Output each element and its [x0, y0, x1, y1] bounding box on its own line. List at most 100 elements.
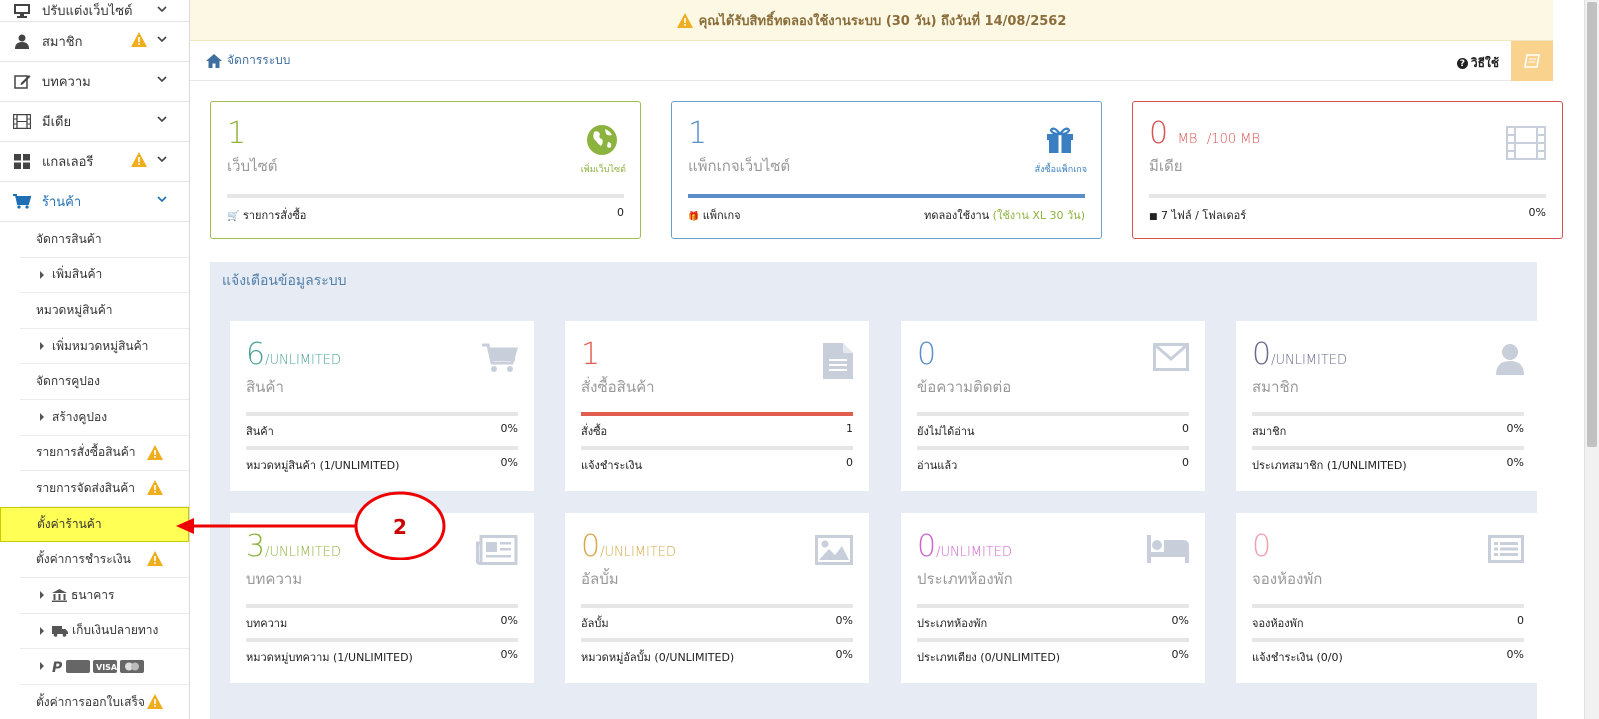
- alert-card[interactable]: 1 สั่งซื้อสินค้า สั่งซื้อ 1 แจ้งชำระเงิน 0: [565, 321, 869, 491]
- guide-button[interactable]: [1511, 41, 1553, 81]
- sidebar-item-gallery[interactable]: แกลเลอรี: [0, 142, 189, 182]
- sidebar-sub-bank[interactable]: ธนาคาร: [20, 578, 189, 614]
- alert-card[interactable]: 0/UNLIMITED อัลบั้ม อัลบั้ม 0% หมวดหมู่อัลบั…: [565, 513, 869, 683]
- bed-icon: [1147, 535, 1189, 566]
- sidebar-sub-receipt-settings[interactable]: ตั้งค่าการออกใบเสร็จ: [20, 685, 189, 719]
- sidebar-sub-orders[interactable]: รายการสั่งซื้อสินค้า: [20, 436, 189, 472]
- sidebar-sub-payment-settings[interactable]: ตั้งค่าการชำระเงิน: [20, 542, 189, 578]
- card-row: ประเภทเตียง (0/UNLIMITED) 0%: [917, 648, 1189, 666]
- globe-icon: [586, 124, 618, 159]
- card-row-value: 0: [1182, 422, 1189, 435]
- warning-icon: [676, 12, 693, 28]
- svg-text:VISA: VISA: [96, 663, 118, 672]
- alert-card[interactable]: 0 จองห้องพัก จองห้องพัก 0 แจ้งชำระเงิน (0/0)…: [1236, 513, 1540, 683]
- sidebar-sub-label: เพิ่มหมวดหมู่สินค้า: [52, 338, 149, 353]
- stat-package: 1 แพ็กเกจเว็บไซต์ สั่งซื้อแพ็กเกจ 🎁 แพ็ก…: [671, 101, 1102, 239]
- document-icon: [823, 343, 853, 382]
- card-value: 0: [581, 529, 601, 564]
- sidebar-sub-label: หมวดหมู่สินค้า: [36, 302, 113, 317]
- alert-card[interactable]: 6/UNLIMITED สินค้า สินค้า 0% หมวดหมู่สินค้า …: [230, 321, 534, 491]
- buy-package-link[interactable]: สั่งซื้อแพ็กเกจ: [1035, 162, 1087, 176]
- breadcrumb[interactable]: จัดการระบบ: [190, 41, 1553, 81]
- sidebar-sub-shipping[interactable]: รายการจัดส่งสินค้า: [20, 471, 189, 507]
- card-value: 0: [917, 337, 937, 372]
- cart-icon: [482, 343, 518, 376]
- scrollbar-thumb[interactable]: [1587, 2, 1597, 447]
- stat-media-limit: /100 MB: [1206, 132, 1260, 147]
- monitor-icon: [12, 3, 32, 19]
- sidebar-sub-add-category[interactable]: เพิ่มหมวดหมู่สินค้า: [20, 329, 189, 365]
- card-value: 6: [246, 337, 266, 372]
- card-progress-bar: [246, 604, 518, 608]
- sidebar-item-articles[interactable]: บทความ: [0, 62, 189, 102]
- card-row-value: 0%: [500, 422, 518, 435]
- card-progress-bar: [917, 638, 1189, 642]
- card-progress-bar: [1252, 412, 1524, 416]
- card-number: 0/UNLIMITED: [917, 529, 1012, 564]
- card-number: 0/UNLIMITED: [1252, 337, 1347, 372]
- card-value: 0: [1252, 337, 1272, 372]
- card-row-label: หมวดหมู่อัลบั้ม (0/UNLIMITED): [581, 651, 735, 664]
- card-row: แจ้งชำระเงิน 0: [581, 456, 853, 474]
- card-row: หมวดหมู่สินค้า (1/UNLIMITED) 0%: [246, 456, 518, 474]
- card-number: 1: [581, 337, 600, 372]
- warning-icon: [147, 551, 163, 567]
- card-row-value: 0%: [1506, 422, 1524, 435]
- alert-card[interactable]: 0 ข้อความติดต่อ ยังไม่ได้อ่าน 0 อ่านแล้ว 0: [901, 321, 1205, 491]
- card-title: บทความ: [246, 570, 303, 588]
- card-title: ข้อความติดต่อ: [917, 378, 1012, 396]
- sidebar-item-shop[interactable]: ร้านค้า: [0, 182, 189, 222]
- card-row-label: ประเภทสมาชิก (1/UNLIMITED): [1252, 459, 1407, 472]
- sidebar-item-customize[interactable]: ปรับแต่งเว็บไซต์: [0, 0, 189, 22]
- sidebar-sub-product-categories[interactable]: หมวดหมู่สินค้า: [20, 293, 189, 329]
- card-row-value: 0%: [1506, 648, 1524, 661]
- card-row-label: หมวดหมู่สินค้า (1/UNLIMITED): [246, 459, 400, 472]
- sidebar-sub-create-coupon[interactable]: สร้างคูปอง: [20, 400, 189, 436]
- sidebar-item-media[interactable]: มีเดีย: [0, 102, 189, 142]
- stat-package-title: แพ็กเกจเว็บไซต์: [688, 157, 791, 175]
- sidebar-sub-label: ตั้งค่าร้านค้า: [37, 517, 102, 532]
- home-icon: [206, 53, 222, 68]
- stat-media-number: 0 MB /100 MB: [1149, 116, 1260, 151]
- envelope-icon: [1153, 343, 1189, 374]
- caret-right-icon: [40, 342, 44, 351]
- alert-card[interactable]: 0/UNLIMITED สมาชิก สมาชิก 0% ประเภทสมาชิก (1…: [1236, 321, 1540, 491]
- card-row: ยังไม่ได้อ่าน 0: [917, 422, 1189, 440]
- alert-card[interactable]: 0/UNLIMITED ประเภทห้องพัก ประเภทห้องพัก 0% ป…: [901, 513, 1205, 683]
- card-suffix: /UNLIMITED: [600, 545, 677, 560]
- chevron-down-icon: [157, 156, 167, 163]
- card-row: หมวดหมู่บทความ (1/UNLIMITED) 0%: [246, 648, 518, 666]
- scrollbar[interactable]: [1584, 0, 1599, 719]
- card-progress-bar: [581, 446, 853, 450]
- sidebar-sub-cod[interactable]: เก็บเงินปลายทาง: [20, 614, 189, 650]
- card-row: สมาชิก 0%: [1252, 422, 1524, 440]
- add-website-link[interactable]: เพิ่มเว็บไซต์: [581, 162, 626, 176]
- help-link[interactable]: ? วิธีใช้: [1456, 54, 1499, 73]
- sidebar-sub-manage-coupons[interactable]: จัดการคูปอง: [20, 364, 189, 400]
- card-progress-bar: [917, 446, 1189, 450]
- help-label: วิธีใช้: [1470, 56, 1499, 70]
- card-progress-bar: [1252, 604, 1524, 608]
- sidebar-sub-paypal-visa[interactable]: P VISA: [20, 649, 189, 685]
- caret-right-icon: [40, 662, 44, 671]
- card-row-value: 0%: [835, 648, 853, 661]
- caret-right-icon: [40, 591, 44, 600]
- stat-package-bar: [688, 194, 1085, 198]
- image-icon: [815, 535, 853, 568]
- sidebar-sub-manage-products[interactable]: จัดการสินค้า: [20, 222, 189, 258]
- caret-right-icon: [40, 626, 44, 635]
- sidebar-sub-shop-settings[interactable]: ตั้งค่าร้านค้า: [0, 506, 189, 543]
- sidebar-sub-add-product[interactable]: เพิ่มสินค้า: [20, 258, 189, 294]
- warning-icon: [147, 444, 163, 460]
- card-row-value: 0: [846, 456, 853, 469]
- sidebar-item-members[interactable]: สมาชิก: [0, 22, 189, 62]
- chevron-down-icon: [157, 76, 167, 83]
- card-progress-bar: [246, 412, 518, 416]
- card-row-label: แจ้งชำระเงิน: [581, 459, 643, 472]
- annotation-arrow: 2: [176, 491, 446, 560]
- caret-right-icon: [40, 413, 44, 422]
- card-row: ประเภทสมาชิก (1/UNLIMITED) 0%: [1252, 456, 1524, 474]
- stat-website-number: 1: [227, 116, 247, 151]
- stat-website-bar: [227, 194, 624, 198]
- stat-media-foot-label: 7 ไฟล์ / โฟลเดอร์: [1161, 209, 1247, 222]
